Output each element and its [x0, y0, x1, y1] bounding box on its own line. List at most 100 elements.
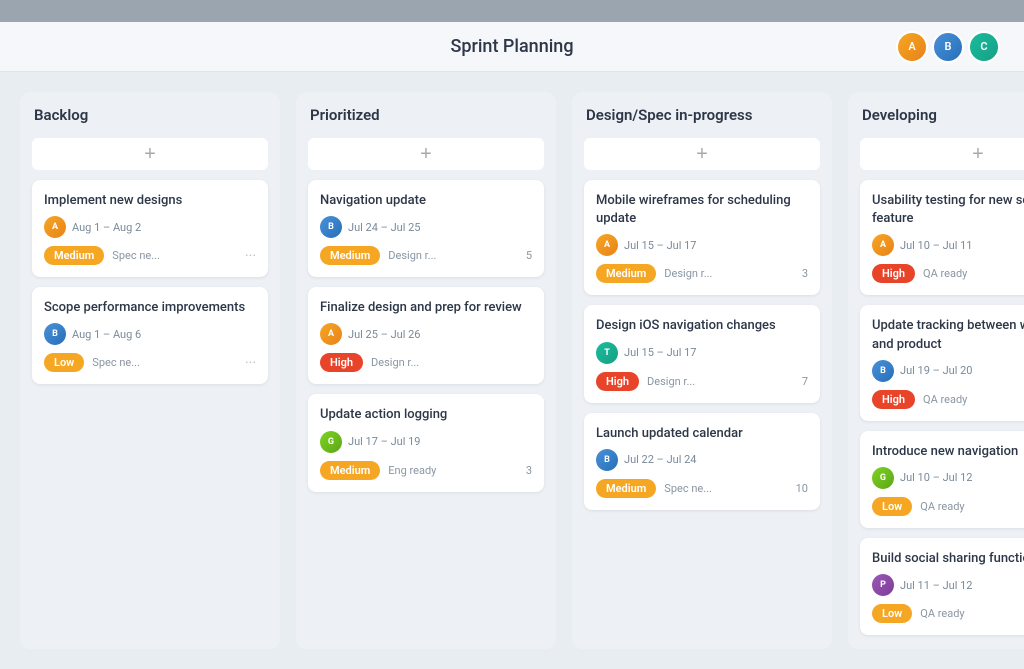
card-footer: High Design r... 7: [596, 372, 808, 391]
card-tag: QA ready: [920, 500, 964, 513]
card-meta: AJul 25 – Jul 26: [320, 323, 532, 345]
priority-badge: Low: [872, 604, 912, 623]
card-meta: B Jul 19 – Jul 20: [872, 360, 1024, 382]
priority-badge: Medium: [320, 461, 380, 480]
card-title: Finalize design and prep for review: [320, 299, 532, 317]
column-title-design-spec: Design/Spec in-progress: [584, 106, 820, 124]
add-card-button-backlog[interactable]: +: [32, 138, 268, 170]
card-title: Usability testing for new scheduling fea…: [872, 192, 1024, 228]
card-meta: PJul 11 – Jul 12: [872, 574, 1024, 596]
column-title-backlog: Backlog: [32, 106, 268, 124]
card-tag: Design r...: [647, 375, 695, 388]
card-tag: Design r...: [664, 267, 712, 280]
card-footer: LowQA ready4: [872, 497, 1024, 516]
card[interactable]: Build social sharing functionality PJul 1…: [860, 538, 1024, 635]
card-tag: Spec ne...: [112, 249, 160, 262]
card-date: Jul 10 – Jul 12: [900, 471, 972, 484]
avatar-3[interactable]: C: [968, 31, 1000, 63]
card-more-button[interactable]: ···: [245, 355, 256, 371]
card-date: Jul 22 – Jul 24: [624, 453, 696, 466]
card-avatar: T: [596, 342, 618, 364]
column-design-spec: Design/Spec in-progress + Mobile wireframe…: [572, 92, 832, 649]
add-card-button-prioritized[interactable]: +: [308, 138, 544, 170]
card-date: Jul 11 – Jul 12: [900, 579, 972, 592]
card[interactable]: Mobile wireframes for scheduling updateA…: [584, 180, 820, 295]
card-tag: Design r...: [371, 356, 419, 369]
column-backlog: Backlog + Implement new designs A Aug 1 – Au…: [20, 92, 280, 649]
card-footer: MediumSpec ne...10: [596, 479, 808, 498]
card-tag: QA ready: [923, 393, 967, 406]
header: Sprint Planning A B C: [0, 22, 1024, 72]
card[interactable]: Finalize design and prep for review AJul …: [308, 287, 544, 384]
add-card-button-design-spec[interactable]: +: [584, 138, 820, 170]
top-bar: [0, 0, 1024, 22]
card-title: Update tracking between website and prod…: [872, 317, 1024, 353]
card-footer: Low Spec ne... ···: [44, 353, 256, 372]
add-card-button-developing[interactable]: +: [860, 138, 1024, 170]
card-footer: LowQA ready1: [872, 604, 1024, 623]
priority-badge: Medium: [320, 246, 380, 265]
avatar-2[interactable]: B: [932, 31, 964, 63]
card-avatar: A: [872, 234, 894, 256]
card-avatar: B: [872, 360, 894, 382]
card-tag: Spec ne...: [664, 482, 712, 495]
card-tag: QA ready: [923, 267, 967, 280]
card-avatar: A: [320, 323, 342, 345]
card-count: 5: [526, 249, 532, 262]
card-tag: QA ready: [920, 607, 964, 620]
card[interactable]: Scope performance improvements B Aug 1 – A…: [32, 287, 268, 384]
card-title: Scope performance improvements: [44, 299, 256, 317]
priority-badge: Low: [44, 353, 84, 372]
card-more-button[interactable]: ···: [245, 248, 256, 264]
card[interactable]: Introduce new navigation GJul 10 – Jul 12…: [860, 431, 1024, 528]
card-avatar: B: [320, 216, 342, 238]
card-meta: BJul 22 – Jul 24: [596, 449, 808, 471]
card-date: Jul 19 – Jul 20: [900, 364, 972, 377]
card[interactable]: Update action loggingGJul 17 – Jul 19Med…: [308, 394, 544, 491]
column-title-developing: Developing: [860, 106, 1024, 124]
card-date: Jul 15 – Jul 17: [624, 239, 696, 252]
card[interactable]: Launch updated calendar BJul 22 – Jul 24 M…: [584, 413, 820, 510]
board: Backlog + Implement new designs A Aug 1 – Au…: [0, 72, 1024, 669]
card-avatar: G: [320, 431, 342, 453]
priority-badge: High: [596, 372, 639, 391]
card[interactable]: Usability testing for new scheduling fea…: [860, 180, 1024, 295]
card-count: 7: [802, 375, 808, 388]
priority-badge: High: [872, 264, 915, 283]
card-meta: GJul 10 – Jul 12: [872, 467, 1024, 489]
priority-badge: Low: [872, 497, 912, 516]
card-footer: HighDesign r...: [320, 353, 532, 372]
avatar-1[interactable]: A: [896, 31, 928, 63]
card-count: 3: [802, 267, 808, 280]
column-developing: Developing + Usability testing for new sch…: [848, 92, 1024, 649]
card-date: Aug 1 – Aug 6: [72, 328, 141, 341]
card-meta: GJul 17 – Jul 19: [320, 431, 532, 453]
page-title: Sprint Planning: [450, 36, 573, 57]
card[interactable]: Update tracking between website and prod…: [860, 305, 1024, 420]
card-meta: A Aug 1 – Aug 2: [44, 216, 256, 238]
card-meta: A Jul 10 – Jul 11: [872, 234, 1024, 256]
card[interactable]: Navigation updateBJul 24 – Jul 25MediumD…: [308, 180, 544, 277]
card-date: Aug 1 – Aug 2: [72, 221, 141, 234]
card-avatar: B: [44, 323, 66, 345]
card-footer: MediumDesign r...5: [320, 246, 532, 265]
card-footer: HighQA ready6: [872, 390, 1024, 409]
priority-badge: Medium: [596, 264, 656, 283]
card[interactable]: Design iOS navigation changes TJul 15 – J…: [584, 305, 820, 402]
priority-badge: Medium: [596, 479, 656, 498]
card-title: Design iOS navigation changes: [596, 317, 808, 335]
card-footer: MediumEng ready3: [320, 461, 532, 480]
card-title: Launch updated calendar: [596, 425, 808, 443]
card-meta: TJul 15 – Jul 17: [596, 342, 808, 364]
card-meta: A Jul 15 – Jul 17: [596, 234, 808, 256]
card-title: Implement new designs: [44, 192, 256, 210]
card-date: Jul 10 – Jul 11: [900, 239, 972, 252]
card-tag: Spec ne...: [92, 356, 140, 369]
card-title: Build social sharing functionality: [872, 550, 1024, 568]
card-avatar: A: [596, 234, 618, 256]
card-title: Introduce new navigation: [872, 443, 1024, 461]
card-avatar: A: [44, 216, 66, 238]
column-title-prioritized: Prioritized: [308, 106, 544, 124]
card-footer: Medium Design r... 3: [596, 264, 808, 283]
card[interactable]: Implement new designsAAug 1 – Aug 2Mediu…: [32, 180, 268, 277]
